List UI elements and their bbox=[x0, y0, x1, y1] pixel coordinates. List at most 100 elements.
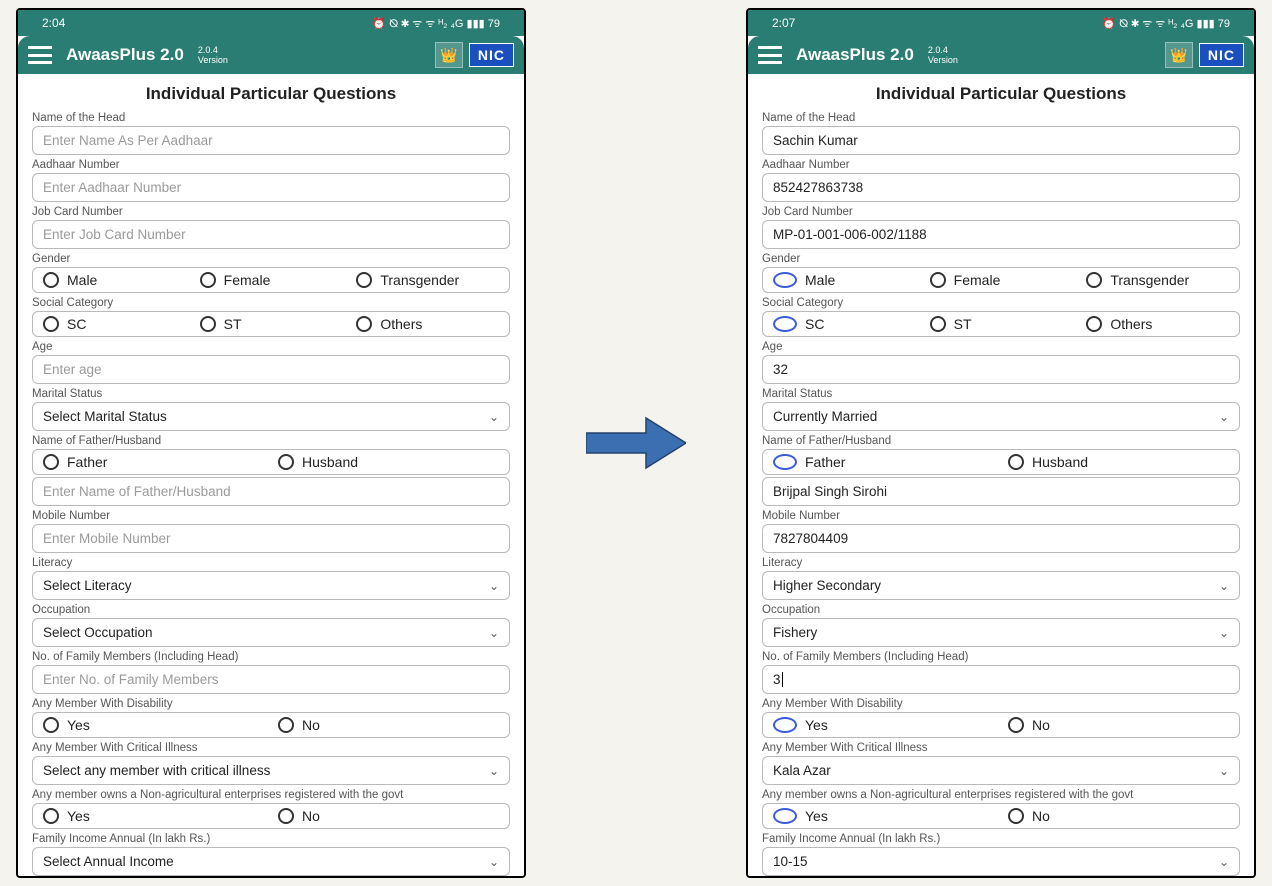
radio-enterprise-yes[interactable]: Yes bbox=[43, 808, 264, 824]
label-illness: Any Member With Critical Illness bbox=[762, 742, 1240, 754]
occupation-select[interactable]: Select Occupation⌄ bbox=[32, 618, 510, 647]
status-bar: 2:07 ⏰ ⦰ ✱ ᯤ ᯤ ᴴ₂ ₄G ▮▮▮ 79 bbox=[748, 10, 1254, 36]
page-title: Individual Particular Questions bbox=[762, 84, 1240, 104]
age-field[interactable]: 32 bbox=[762, 355, 1240, 384]
app-title: AwaasPlus 2.0 bbox=[796, 45, 914, 65]
label-income: Family Income Annual (In lakh Rs.) bbox=[32, 833, 510, 845]
literacy-select[interactable]: Select Literacy⌄ bbox=[32, 571, 510, 600]
marital-select[interactable]: Currently Married⌄ bbox=[762, 402, 1240, 431]
form-content: Individual Particular Questions Name of … bbox=[748, 74, 1254, 876]
family-field[interactable]: 3 bbox=[762, 665, 1240, 694]
enterprise-radio-group: Yes No bbox=[32, 803, 510, 829]
enterprise-radio-group: Yes No bbox=[762, 803, 1240, 829]
radio-sc[interactable]: SC bbox=[43, 316, 186, 332]
chevron-down-icon: ⌄ bbox=[1219, 764, 1229, 778]
label-marital: Marital Status bbox=[762, 388, 1240, 400]
emblem-icon: 👑 bbox=[1165, 42, 1193, 68]
nic-badge: NIC bbox=[469, 43, 514, 67]
radio-disability-no[interactable]: No bbox=[278, 717, 499, 733]
label-social: Social Category bbox=[762, 297, 1240, 309]
radio-transgender[interactable]: Transgender bbox=[356, 272, 499, 288]
marital-select[interactable]: Select Marital Status⌄ bbox=[32, 402, 510, 431]
label-aadhaar: Aadhaar Number bbox=[32, 159, 510, 171]
status-time: 2:04 bbox=[42, 16, 65, 30]
label-gender: Gender bbox=[32, 253, 510, 265]
label-jobcard: Job Card Number bbox=[762, 206, 1240, 218]
chevron-down-icon: ⌄ bbox=[489, 764, 499, 778]
label-literacy: Literacy bbox=[32, 557, 510, 569]
radio-enterprise-yes[interactable]: Yes bbox=[773, 808, 994, 824]
label-aadhaar: Aadhaar Number bbox=[762, 159, 1240, 171]
age-field[interactable]: Enter age bbox=[32, 355, 510, 384]
nic-badge: NIC bbox=[1199, 43, 1244, 67]
label-enterprise: Any member owns a Non-agricultural enter… bbox=[32, 789, 510, 801]
family-field[interactable]: Enter No. of Family Members bbox=[32, 665, 510, 694]
income-select[interactable]: 10-15⌄ bbox=[762, 847, 1240, 876]
label-income: Family Income Annual (In lakh Rs.) bbox=[762, 833, 1240, 845]
aadhaar-field[interactable]: Enter Aadhaar Number bbox=[32, 173, 510, 202]
chevron-down-icon: ⌄ bbox=[489, 626, 499, 640]
radio-female[interactable]: Female bbox=[930, 272, 1073, 288]
radio-transgender[interactable]: Transgender bbox=[1086, 272, 1229, 288]
radio-enterprise-no[interactable]: No bbox=[278, 808, 499, 824]
status-icons: ⏰ ⦰ ✱ ᯤ ᯤ ᴴ₂ ₄G ▮▮▮ 79 bbox=[1102, 16, 1230, 31]
radio-male[interactable]: Male bbox=[773, 272, 916, 288]
fh-name-field[interactable]: Enter Name of Father/Husband bbox=[32, 477, 510, 506]
label-age: Age bbox=[762, 341, 1240, 353]
aadhaar-field[interactable]: 852427863738 bbox=[762, 173, 1240, 202]
radio-father[interactable]: Father bbox=[773, 454, 994, 470]
radio-father[interactable]: Father bbox=[43, 454, 264, 470]
status-icons: ⏰ ⦰ ✱ ᯤ ᯤ ᴴ₂ ₄G ▮▮▮ 79 bbox=[372, 16, 500, 31]
menu-icon[interactable] bbox=[758, 46, 782, 64]
label-enterprise: Any member owns a Non-agricultural enter… bbox=[762, 789, 1240, 801]
label-age: Age bbox=[32, 341, 510, 353]
label-jobcard: Job Card Number bbox=[32, 206, 510, 218]
radio-st[interactable]: ST bbox=[930, 316, 1073, 332]
label-marital: Marital Status bbox=[32, 388, 510, 400]
radio-disability-yes[interactable]: Yes bbox=[773, 717, 994, 733]
name-field[interactable]: Enter Name As Per Aadhaar bbox=[32, 126, 510, 155]
radio-sc[interactable]: SC bbox=[773, 316, 916, 332]
label-name: Name of the Head bbox=[762, 112, 1240, 124]
radio-husband[interactable]: Husband bbox=[1008, 454, 1229, 470]
illness-select[interactable]: Kala Azar⌄ bbox=[762, 756, 1240, 785]
income-select[interactable]: Select Annual Income⌄ bbox=[32, 847, 510, 876]
radio-husband[interactable]: Husband bbox=[278, 454, 499, 470]
label-disability: Any Member With Disability bbox=[32, 698, 510, 710]
fh-radio-group: Father Husband bbox=[32, 449, 510, 475]
radio-others[interactable]: Others bbox=[1086, 316, 1229, 332]
status-bar: 2:04 ⏰ ⦰ ✱ ᯤ ᯤ ᴴ₂ ₄G ▮▮▮ 79 bbox=[18, 10, 524, 36]
fh-name-field[interactable]: Brijpal Singh Sirohi bbox=[762, 477, 1240, 506]
chevron-down-icon: ⌄ bbox=[489, 855, 499, 869]
mobile-field[interactable]: 7827804409 bbox=[762, 524, 1240, 553]
label-family: No. of Family Members (Including Head) bbox=[762, 651, 1240, 663]
chevron-down-icon: ⌄ bbox=[1219, 410, 1229, 424]
fh-radio-group: Father Husband bbox=[762, 449, 1240, 475]
radio-others[interactable]: Others bbox=[356, 316, 499, 332]
label-fh: Name of Father/Husband bbox=[32, 435, 510, 447]
literacy-select[interactable]: Higher Secondary⌄ bbox=[762, 571, 1240, 600]
arrow-icon bbox=[586, 413, 686, 473]
gender-radio-group: Male Female Transgender bbox=[32, 267, 510, 293]
illness-select[interactable]: Select any member with critical illness⌄ bbox=[32, 756, 510, 785]
radio-disability-yes[interactable]: Yes bbox=[43, 717, 264, 733]
menu-icon[interactable] bbox=[28, 46, 52, 64]
radio-enterprise-no[interactable]: No bbox=[1008, 808, 1229, 824]
jobcard-field[interactable]: MP-01-001-006-002/1188 bbox=[762, 220, 1240, 249]
radio-disability-no[interactable]: No bbox=[1008, 717, 1229, 733]
radio-female[interactable]: Female bbox=[200, 272, 343, 288]
radio-male[interactable]: Male bbox=[43, 272, 186, 288]
chevron-down-icon: ⌄ bbox=[1219, 579, 1229, 593]
label-mobile: Mobile Number bbox=[762, 510, 1240, 522]
app-bar: AwaasPlus 2.0 2.0.4Version 👑 NIC bbox=[748, 36, 1254, 74]
label-social: Social Category bbox=[32, 297, 510, 309]
jobcard-field[interactable]: Enter Job Card Number bbox=[32, 220, 510, 249]
label-literacy: Literacy bbox=[762, 557, 1240, 569]
radio-st[interactable]: ST bbox=[200, 316, 343, 332]
label-gender: Gender bbox=[762, 253, 1240, 265]
occupation-select[interactable]: Fishery⌄ bbox=[762, 618, 1240, 647]
name-field[interactable]: Sachin Kumar bbox=[762, 126, 1240, 155]
label-disability: Any Member With Disability bbox=[762, 698, 1240, 710]
mobile-field[interactable]: Enter Mobile Number bbox=[32, 524, 510, 553]
label-family: No. of Family Members (Including Head) bbox=[32, 651, 510, 663]
